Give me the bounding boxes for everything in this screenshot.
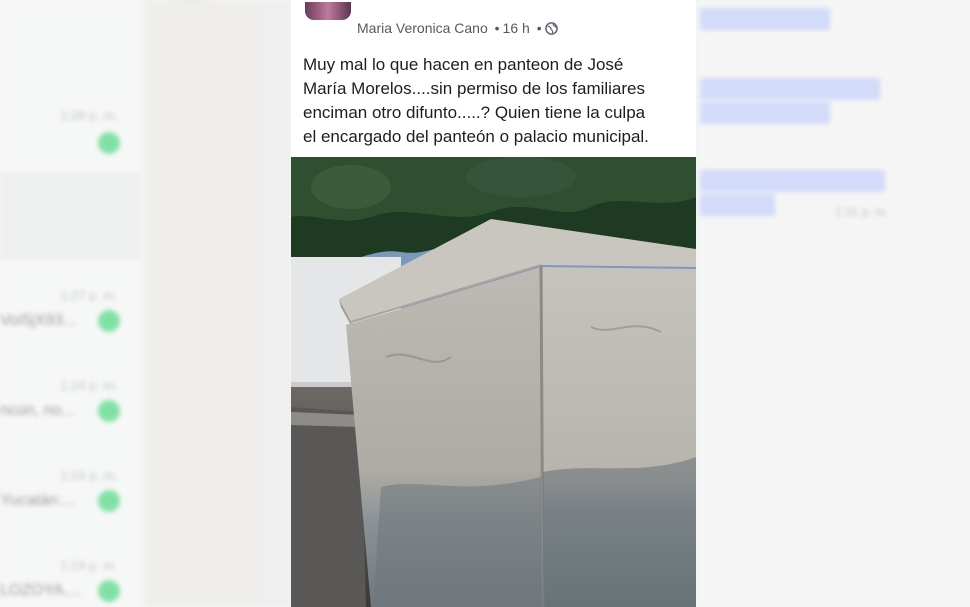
- post-photo[interactable]: [291, 157, 696, 607]
- chat-list: 1:28 p. m. 1:27 p. m. Voi5jX93... 1:24 p…: [0, 0, 140, 607]
- chat-list-item[interactable]: [0, 172, 140, 260]
- post-text: Muy mal lo que hacen en panteon de José …: [303, 53, 688, 149]
- post-text-line: el encargado del panteón o palacio munic…: [303, 127, 649, 146]
- chat-time: 1:28 p. m.: [60, 108, 118, 123]
- chat-list-item[interactable]: 1:27 p. m. Voi5jX93...: [0, 280, 140, 340]
- highlighted-text: [700, 78, 880, 100]
- chat-list-item[interactable]: 1:24 p. m. LOZOYA....: [0, 550, 140, 607]
- chat-time: 1:27 p. m.: [60, 288, 118, 303]
- chat-list-item[interactable]: 1:24 p. m. ncún, no...: [0, 370, 140, 430]
- chat-list-item[interactable]: 1:24 p. m. Yucatán:...: [0, 460, 140, 520]
- unread-badge: [98, 310, 120, 332]
- chat-snippet: LOZOYA....: [0, 582, 82, 599]
- chat-snippet: Yucatán:...: [0, 492, 76, 509]
- unread-badge: [98, 400, 120, 422]
- facebook-post: Maria Veronica Cano • 16 h • Muy mal lo q…: [291, 0, 696, 607]
- chat-time: 1:24 p. m.: [60, 468, 118, 483]
- author-name[interactable]: Maria Veronica Cano: [357, 20, 488, 36]
- highlighted-text: [700, 170, 885, 192]
- chat-list-item[interactable]: 1:28 p. m.: [0, 100, 140, 160]
- post-meta: Maria Veronica Cano • 16 h •: [357, 20, 558, 38]
- message-area: 1:31 p. m.: [700, 0, 970, 607]
- highlighted-text: [700, 102, 830, 124]
- message-time: 1:31 p. m.: [835, 205, 889, 219]
- message-card: [258, 0, 292, 607]
- avatar[interactable]: [305, 2, 351, 20]
- chat-panel: [145, 0, 260, 607]
- unread-badge: [98, 490, 120, 512]
- unread-badge: [98, 580, 120, 602]
- chat-time: 1:24 p. m.: [60, 558, 118, 573]
- separator: •: [536, 20, 542, 36]
- unread-badge: [98, 132, 120, 154]
- chat-snippet: ncún, no...: [0, 402, 75, 419]
- chat-snippet: Voi5jX93...: [0, 312, 77, 329]
- post-text-line: María Morelos....sin permiso de los fami…: [303, 79, 646, 98]
- separator: •: [494, 20, 500, 36]
- chat-time: 1:24 p. m.: [60, 378, 118, 393]
- post-time[interactable]: 16 h: [503, 20, 530, 36]
- post-header: Maria Veronica Cano • 16 h •: [291, 0, 696, 48]
- post-text-line: Muy mal lo que hacen en panteon de José: [303, 55, 624, 74]
- highlighted-text: [700, 8, 830, 30]
- post-text-line: enciman otro difunto.....? Quien tiene l…: [303, 103, 646, 122]
- globe-icon: [544, 22, 558, 38]
- highlighted-text: [700, 194, 775, 216]
